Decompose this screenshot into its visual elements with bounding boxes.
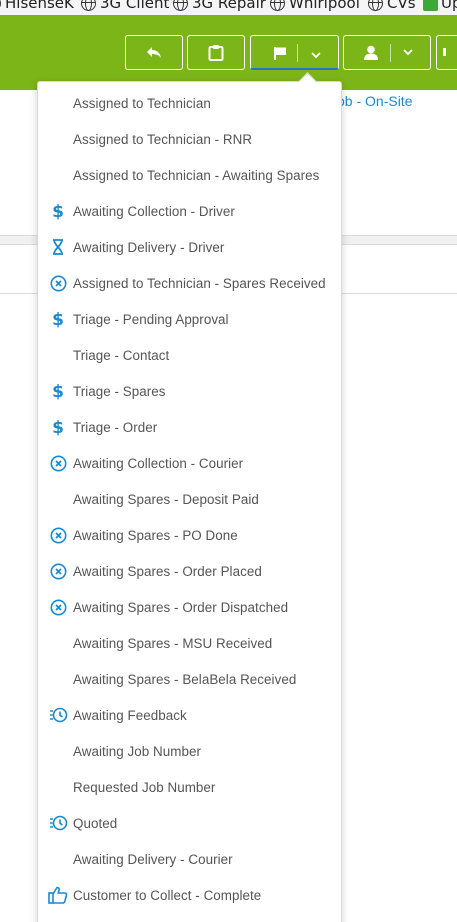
status-menu-item[interactable]: Awaiting Spares - PO Done [38,517,341,553]
circle-x-icon [48,273,68,293]
clipboard-icon [208,45,224,61]
status-menu-item-label: Awaiting Spares - Order Placed [73,563,262,579]
job-type-link[interactable]: ob - On-Site [337,93,412,109]
bookmark-item[interactable]: 3G Client [81,0,169,12]
bookmark-item[interactable]: Up [423,0,457,12]
status-menu-item-label: Assigned to Technician - RNR [73,131,253,147]
dollar-icon: $ [48,201,68,221]
flag-icon [274,47,286,60]
status-menu-item[interactable]: Awaiting Feedback [38,697,341,733]
status-menu-item-label: Assigned to Technician - Awaiting Spares [73,167,320,183]
user-icon [364,45,378,60]
status-menu-item-label: Assigned to Technician - Spares Received [73,275,326,291]
history-icon [48,813,68,833]
bookmark-item[interactable]: Whirlpool [270,0,360,12]
status-menu-item[interactable]: Assigned to Technician [38,85,341,121]
assign-user-button[interactable] [343,35,431,70]
status-menu-item[interactable]: Awaiting Delivery - Driver [38,229,341,265]
button-separator [297,44,298,62]
status-menu-item[interactable]: Awaiting Spares - MSU Received [38,625,341,661]
status-menu-item-label: Awaiting Job Number [73,743,201,759]
circle-x-icon [48,453,68,473]
reply-icon [147,46,161,58]
dollar-icon: $ [48,381,68,401]
status-flag-button[interactable] [250,35,339,70]
status-menu-item[interactable]: Awaiting Spares - BelaBela Received [38,661,341,697]
status-menu-item[interactable]: $ Awaiting Collection - Driver [38,193,341,229]
status-menu-item[interactable]: Assigned to Technician - RNR [38,121,341,157]
status-menu-item[interactable]: Awaiting Delivery - Courier [38,841,341,877]
status-menu-item-label: Awaiting Spares - Deposit Paid [73,491,259,507]
globe-icon [0,0,1,11]
status-menu-item[interactable]: Awaiting Collection - Courier [38,445,341,481]
status-menu-item[interactable]: Assigned to Technician - Awaiting Spares [38,157,341,193]
reply-button[interactable] [125,35,183,70]
status-menu-item[interactable]: Requested Job Number [38,769,341,805]
svg-text:$: $ [52,202,64,220]
status-menu-item-label: Awaiting Collection - Driver [73,203,235,219]
status-menu-item-label: Awaiting Delivery - Courier [73,851,233,867]
chevron-down-icon[interactable] [403,49,413,56]
app-icon [423,0,438,11]
app-header [0,15,457,90]
status-menu-item-label: Customer to Collect - Complete [73,887,262,903]
status-menu-item[interactable]: Awaiting Spares - Deposit Paid [38,481,341,517]
status-menu-item-label: Triage - Pending Approval [73,311,229,327]
status-menu-item-label: Triage - Contact [73,347,170,363]
bookmark-item[interactable]: 3G Repair [173,0,266,12]
status-menu-item-label: Awaiting Spares - PO Done [73,527,238,543]
overflow-icon [443,48,446,56]
status-menu-item[interactable]: $ Triage - Pending Approval [38,301,341,337]
status-menu-item[interactable]: Awaiting Spares - Order Dispatched [38,589,341,625]
status-menu-item-label: Quoted [73,815,118,831]
status-menu-item[interactable]: Awaiting Spares - Order Placed [38,553,341,589]
chevron-down-icon[interactable] [311,52,321,59]
bookmark-item[interactable]: HisenseK [0,0,74,12]
status-menu-item-label: Triage - Spares [73,383,166,399]
bookmark-item[interactable]: CVs [368,0,416,12]
status-menu-item-label: Assigned to Technician [73,95,211,111]
circle-x-icon [48,525,68,545]
dollar-icon: $ [48,309,68,329]
status-menu-item-label: Triage - Order [73,419,158,435]
status-menu-item[interactable]: Quoted [38,805,341,841]
clipboard-button[interactable] [187,35,245,70]
status-menu-item-label: Awaiting Spares - BelaBela Received [73,671,297,687]
status-menu-item[interactable]: Customer to Collect - Complete [38,877,341,913]
globe-icon [368,0,383,11]
svg-text:$: $ [52,310,64,328]
dollar-icon: $ [48,417,68,437]
status-menu-item[interactable]: $ Triage - Order [38,409,341,445]
circle-x-icon [48,561,68,581]
hourglass-icon [48,237,68,257]
svg-text:$: $ [52,382,64,400]
status-menu-item[interactable]: Assigned to Technician - Spares Received [38,265,341,301]
status-menu-item-label: Awaiting Delivery - Driver [73,239,225,255]
globe-icon [81,0,96,11]
status-menu-item-label: Requested Job Number [73,779,216,795]
button-separator [390,44,391,62]
history-icon [48,705,68,725]
svg-text:$: $ [52,418,64,436]
thumbs-up-icon [48,885,68,905]
globe-icon [270,0,285,11]
globe-icon [173,0,188,11]
status-dropdown-menu: Assigned to Technician Assigned to Techni… [37,81,342,922]
status-menu-item-label: Awaiting Feedback [73,707,187,723]
bookmarks-bar: HisenseK 3G Client 3G Repair Whirlpool C… [0,0,457,15]
status-menu-item-label: Awaiting Spares - Order Dispatched [73,599,289,615]
status-menu-item[interactable]: Awaiting Job Number [38,733,341,769]
status-menu-item-label: Awaiting Collection - Courier [73,455,244,471]
status-menu-item[interactable]: Triage - Contact [38,337,341,373]
status-menu-item-label: Awaiting Spares - MSU Received [73,635,273,651]
status-menu-item[interactable]: $ Triage - Spares [38,373,341,409]
more-button[interactable] [436,35,457,70]
circle-x-icon [48,597,68,617]
